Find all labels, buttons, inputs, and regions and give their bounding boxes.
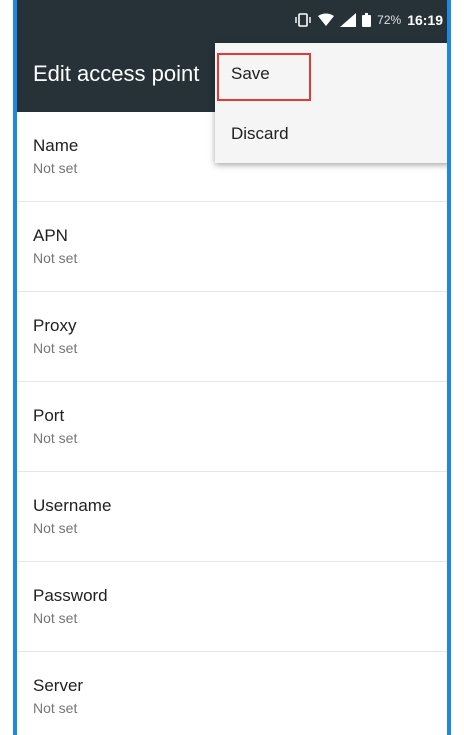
setting-item-server[interactable]: Server Not set — [17, 652, 447, 735]
save-menu-item[interactable]: Save — [215, 45, 447, 103]
discard-menu-item[interactable]: Discard — [215, 105, 447, 163]
wifi-icon — [318, 13, 335, 27]
screen-frame: 72% 16:19 Edit access point Name Not set… — [13, 0, 451, 735]
setting-label: Proxy — [33, 316, 77, 335]
setting-value: Not set — [33, 430, 78, 446]
setting-label: APN — [33, 226, 68, 245]
setting-value: Not set — [33, 610, 78, 626]
setting-label: Password — [33, 586, 108, 605]
setting-item-password[interactable]: Password Not set — [17, 562, 447, 652]
setting-label: Username — [33, 496, 112, 515]
page-title: Edit access point — [33, 61, 200, 86]
setting-label: Port — [33, 406, 65, 425]
setting-value: Not set — [33, 250, 78, 266]
apn-settings-list: Name Not set APN Not set Proxy Not set P… — [17, 112, 447, 735]
vibrate-icon — [294, 12, 312, 27]
setting-value: Not set — [33, 340, 78, 356]
setting-value: Not set — [33, 520, 78, 536]
signal-icon — [340, 12, 357, 27]
setting-item-proxy[interactable]: Proxy Not set — [17, 292, 447, 382]
battery-icon — [362, 12, 372, 27]
setting-value: Not set — [33, 700, 78, 716]
overflow-menu: Save Discard — [215, 43, 447, 163]
status-bar: 72% 16:19 — [17, 0, 447, 39]
status-clock: 16:19 — [407, 11, 443, 28]
setting-item-username[interactable]: Username Not set — [17, 472, 447, 562]
battery-percent: 72% — [377, 12, 402, 27]
setting-label: Server — [33, 676, 84, 695]
setting-item-apn[interactable]: APN Not set — [17, 202, 447, 292]
setting-item-port[interactable]: Port Not set — [17, 382, 447, 472]
